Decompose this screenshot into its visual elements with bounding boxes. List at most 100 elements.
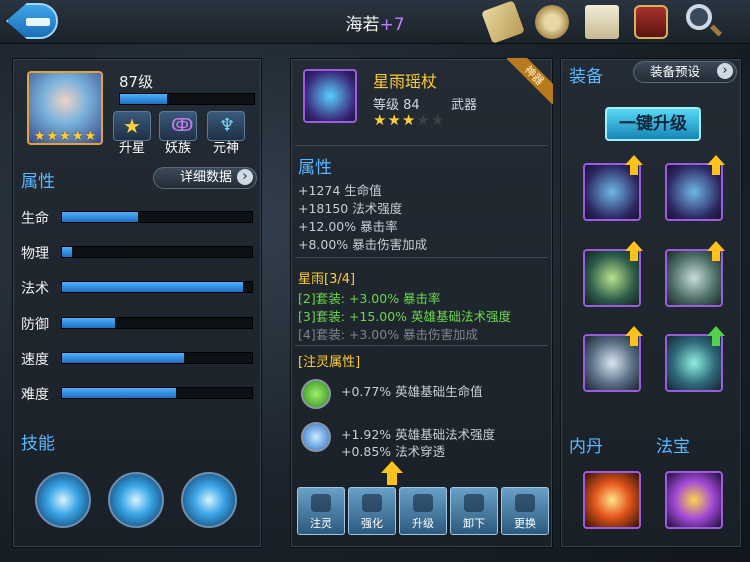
equip-slot-staff-1[interactable] — [583, 155, 643, 221]
stat-label: 生命 — [21, 211, 49, 227]
skills-title: 技能 — [21, 434, 55, 454]
replace-label: 更换 — [514, 517, 536, 530]
item-name: 星雨瑶杖 — [373, 72, 438, 91]
ribbon-label: 神器 — [507, 58, 553, 104]
star-empty-icon: ★ — [430, 111, 446, 129]
blue-gem-icon — [301, 422, 331, 452]
infuse-title: [注灵属性] — [298, 355, 361, 370]
stat-row-defense: 防御 — [21, 313, 257, 333]
infuse-line: +0.85% 法术穿透 — [341, 444, 446, 459]
divider — [295, 145, 548, 146]
stat-bar — [61, 211, 253, 223]
stat-label: 难度 — [21, 387, 49, 403]
stat-bar — [61, 387, 253, 399]
item-stars: ★★★★★ — [373, 111, 445, 129]
neidan-title: 内丹 — [569, 437, 603, 457]
stat-bar-fill — [62, 282, 243, 292]
stat-bar-fill — [62, 247, 72, 257]
star-icon: ★ — [387, 111, 402, 129]
set-title: 星雨[3/4] — [298, 272, 356, 287]
item-attributes-title: 属性 — [298, 158, 332, 178]
top-bar: 海若+7 — [0, 0, 750, 44]
star-icon: ★ — [373, 111, 388, 129]
level-up-button[interactable]: 升级 — [399, 487, 447, 535]
stat-row-magic: 法术 — [21, 277, 257, 297]
spirit-icon: ♆ — [219, 115, 236, 136]
unequip-button[interactable]: 卸下 — [450, 487, 498, 535]
lightning-sphere-icon[interactable] — [35, 472, 91, 528]
stat-bar — [61, 246, 253, 258]
replace-icon — [515, 494, 535, 512]
book-icon[interactable] — [634, 5, 668, 39]
attr-line: +12.00% 暴击率 — [298, 219, 398, 234]
upgrade-arrow-icon — [707, 155, 725, 175]
enhance-label: 强化 — [361, 517, 383, 530]
star-empty-icon: ★ — [416, 111, 431, 129]
upgrade-arrow-green-icon — [707, 326, 725, 346]
equip-slot-necklace[interactable] — [665, 326, 725, 392]
level-up-icon — [413, 494, 433, 512]
demon-clan-label: 妖族 — [164, 141, 191, 156]
star-icon: ★ — [33, 129, 46, 144]
replace-button[interactable]: 更换 — [501, 487, 549, 535]
equip-slot-boots[interactable] — [583, 326, 643, 392]
level-progress-bar — [119, 93, 255, 105]
star-up-label: 升星 — [118, 141, 145, 156]
upgrade-available-arrow-icon — [381, 461, 403, 485]
document-icon[interactable] — [585, 5, 619, 39]
equipment-title: 装备 — [569, 67, 603, 87]
attr-line: +8.00% 暴击伤害加成 — [298, 237, 428, 252]
equip-slot-armor[interactable] — [665, 241, 725, 307]
level-progress-fill — [120, 94, 167, 104]
equipment-panel: 装备 装备预设 一键升级 内丹 法宝 — [560, 58, 742, 548]
stat-bar — [61, 281, 253, 293]
detail-data-button[interactable]: 详细数据 — [153, 167, 257, 189]
stat-bar-fill — [62, 353, 184, 363]
inner-core-slot[interactable] — [583, 471, 641, 529]
frost-beam-icon[interactable] — [181, 472, 237, 528]
unequip-label: 卸下 — [463, 517, 485, 530]
star-icon: ★ — [71, 129, 84, 144]
hero-level: 87级 — [119, 73, 154, 91]
hero-panel: ★ ★ ★ ★ ★ 87级 ★ 升星 ↂ 妖族 ♆ 元神 属性 详细数据 生命 … — [12, 58, 262, 548]
stat-label: 法术 — [21, 281, 49, 297]
item-detail-panel: 星雨瑶杖 等级 84 武器 ★★★★★ 神器 属性 +1274 生命值 +181… — [290, 58, 553, 548]
search-icon[interactable] — [686, 4, 712, 30]
hero-stars: ★ ★ ★ ★ ★ — [27, 129, 103, 144]
attr-line: +1274 生命值 — [298, 183, 382, 198]
set-bonus: [2]套装: +3.00% 暴击率 — [298, 291, 441, 306]
stat-bar — [61, 352, 253, 364]
attributes-title: 属性 — [21, 172, 55, 192]
stat-bar-fill — [62, 318, 116, 328]
upgrade-arrow-icon — [625, 326, 643, 346]
item-action-bar: 注灵 强化 升级 卸下 更换 — [295, 461, 550, 539]
ice-burst-icon[interactable] — [108, 472, 164, 528]
upgrade-arrow-icon — [707, 241, 725, 261]
magic-treasure-slot[interactable] — [665, 471, 723, 529]
enhance-icon — [362, 494, 382, 512]
equip-slot-helmet[interactable] — [583, 241, 643, 307]
divider — [295, 257, 548, 258]
staff-icon — [303, 69, 357, 123]
fabao-title: 法宝 — [656, 437, 690, 457]
level-up-label: 升级 — [412, 517, 434, 530]
set-bonus-inactive: [4]套装: +3.00% 暴击伤害加成 — [298, 327, 479, 342]
infuse-icon — [311, 494, 331, 512]
star-icon: ★ — [59, 129, 71, 144]
demon-clan-icon: ↂ — [171, 115, 194, 136]
infuse-button[interactable]: 注灵 — [297, 487, 345, 535]
artifact-ribbon: 神器 — [507, 58, 553, 104]
enhance-button[interactable]: 强化 — [348, 487, 396, 535]
scroll-icon[interactable] — [481, 0, 525, 44]
hero-name: 海若 — [345, 15, 380, 35]
infuse-label: 注灵 — [310, 517, 332, 530]
upgrade-arrow-icon — [625, 241, 643, 261]
divider — [295, 345, 548, 346]
infuse-line: +0.77% 英雄基础生命值 — [341, 384, 483, 399]
medal-icon[interactable] — [535, 5, 569, 39]
equip-slot-staff-2[interactable] — [665, 155, 725, 221]
one-click-upgrade-button[interactable]: 一键升级 — [605, 107, 701, 141]
equipment-preset-button[interactable]: 装备预设 — [633, 61, 737, 83]
stat-bar-fill — [62, 388, 176, 398]
stat-row-difficulty: 难度 — [21, 383, 257, 403]
